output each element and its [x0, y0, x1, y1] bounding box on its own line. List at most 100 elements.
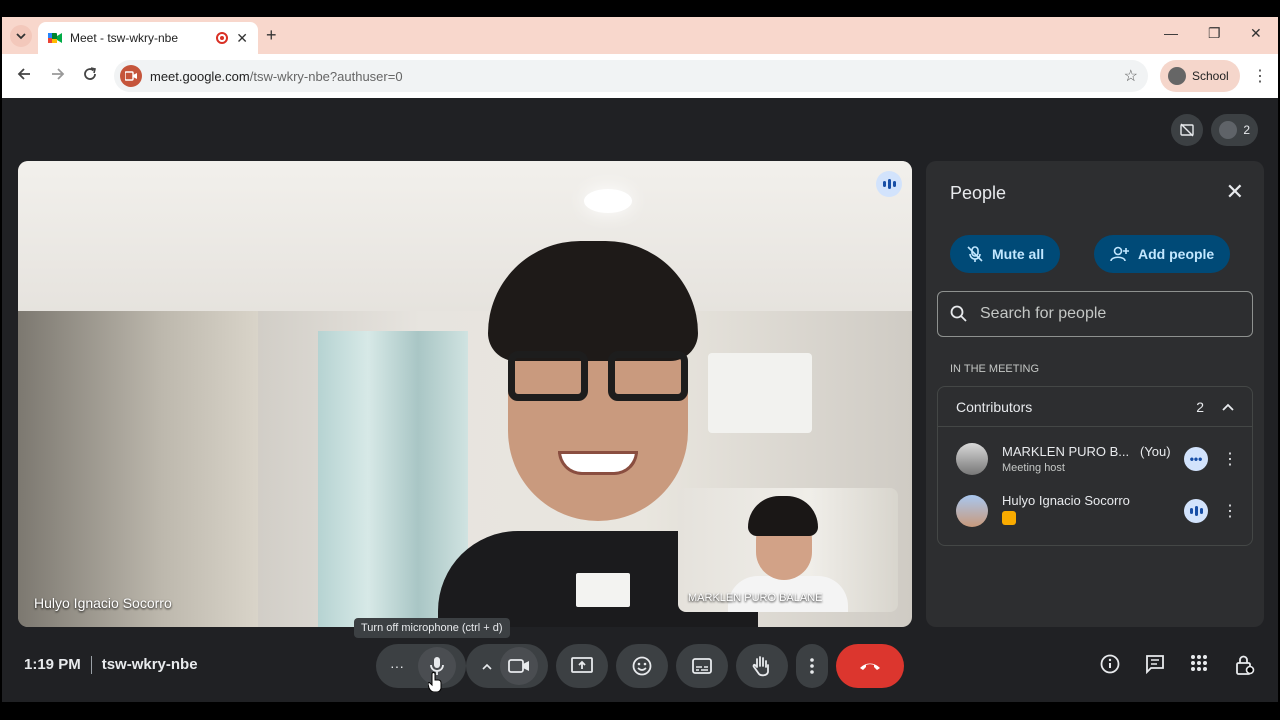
- people-search[interactable]: [937, 291, 1253, 337]
- hand-icon: [752, 656, 769, 677]
- close-icon[interactable]: ✕: [1226, 179, 1244, 205]
- divider: [90, 656, 92, 674]
- self-person-hair: [748, 496, 818, 536]
- meeting-details: 1:19 PM tsw-wkry-nbe: [24, 656, 198, 674]
- more-options-button[interactable]: [796, 644, 828, 688]
- in-meeting-label: IN THE MEETING: [950, 363, 1040, 375]
- microphone-tooltip: Turn off microphone (ctrl + d): [354, 618, 510, 638]
- profile-button[interactable]: School: [1160, 60, 1240, 92]
- minimize-button[interactable]: —: [1164, 25, 1178, 41]
- meeting-code: tsw-wkry-nbe: [101, 656, 198, 673]
- participant-name: MARKLEN PURO B...: [1002, 444, 1130, 459]
- participant-row[interactable]: Hulyo Ignacio Socorro ⋮: [938, 487, 1252, 535]
- browser-toolbar: meet.google.com/tsw-wkry-nbe?authuser=0 …: [2, 54, 1278, 98]
- people-panel: People ✕ Mute all Add people IN THE MEET…: [926, 161, 1264, 627]
- participant-name: Hulyo Ignacio Socorro: [1002, 492, 1130, 508]
- participant-options-icon[interactable]: ⋮: [1208, 449, 1252, 469]
- speaking-indicator-icon: [876, 171, 902, 197]
- more-status-icon: •••: [1184, 447, 1208, 471]
- forward-icon[interactable]: [50, 66, 66, 82]
- add-people-label: Add people: [1138, 246, 1215, 262]
- bookmark-star-icon[interactable]: ☆: [1124, 66, 1138, 86]
- present-screen-icon: [571, 657, 593, 673]
- hang-up-icon: [860, 663, 880, 670]
- browser-menu-icon[interactable]: ⋮: [1252, 66, 1268, 86]
- presenting-icon: [1002, 510, 1016, 525]
- more-vert-icon: [810, 658, 814, 674]
- video-background-wall: [18, 311, 258, 627]
- person-collar: [576, 573, 630, 607]
- participant-info: MARKLEN PURO B... (You) Meeting host: [1002, 444, 1184, 474]
- avatar: [956, 443, 988, 475]
- add-person-icon: [1110, 246, 1129, 262]
- reactions-button[interactable]: [616, 644, 668, 688]
- tab-close-button[interactable]: ✕: [236, 30, 248, 47]
- you-tag: (You): [1139, 444, 1171, 459]
- window-close-button[interactable]: ✕: [1250, 25, 1262, 42]
- chevron-up-icon[interactable]: [1222, 403, 1234, 411]
- participants-chip[interactable]: 2: [1211, 114, 1258, 146]
- people-icon: [1219, 121, 1238, 139]
- screen: Meet - tsw-wkry-nbe ✕ + — ❐ ✕ meet.googl…: [0, 0, 1280, 720]
- address-bar[interactable]: meet.google.com/tsw-wkry-nbe?authuser=0 …: [114, 60, 1148, 92]
- contributors-count: 2: [1196, 398, 1204, 415]
- person-glasses: [508, 351, 698, 403]
- profile-label: School: [1192, 69, 1229, 83]
- reload-icon[interactable]: [82, 66, 98, 82]
- speaking-indicator-icon: [1184, 499, 1208, 523]
- new-tab-button[interactable]: +: [266, 25, 277, 46]
- people-panel-title: People: [950, 183, 1007, 203]
- url-path: /tsw-wkry-nbe?authuser=0: [249, 68, 403, 84]
- restore-button[interactable]: ❐: [1208, 25, 1221, 42]
- mic-off-icon: [967, 246, 983, 262]
- activities-icon[interactable]: [1190, 654, 1208, 672]
- meeting-time: 1:19 PM: [24, 656, 81, 673]
- meeting-info-icon[interactable]: [1100, 654, 1120, 674]
- self-view-tile[interactable]: MARKLEN PURO BALANE: [678, 488, 898, 612]
- browser-tab-active[interactable]: Meet - tsw-wkry-nbe ✕: [38, 22, 258, 54]
- self-tile-name: MARKLEN PURO BALANE: [688, 592, 823, 604]
- chevron-down-icon: [16, 33, 26, 40]
- audio-settings-button[interactable]: ···: [390, 658, 404, 674]
- person-smile: [558, 451, 638, 475]
- contributors-label: Contributors: [956, 398, 1033, 415]
- people-search-input[interactable]: [980, 305, 1220, 323]
- back-icon[interactable]: [16, 66, 32, 82]
- participant-row[interactable]: MARKLEN PURO B... (You) Meeting host •••…: [938, 435, 1252, 483]
- captions-button[interactable]: [676, 644, 728, 688]
- mute-all-label: Mute all: [992, 246, 1045, 262]
- top-right-controls: 2: [1171, 114, 1258, 146]
- meet-favicon-icon: [48, 31, 62, 45]
- chevron-up-icon[interactable]: [482, 663, 492, 670]
- tab-title: Meet - tsw-wkry-nbe: [70, 31, 179, 45]
- leave-call-button[interactable]: [836, 644, 904, 688]
- raise-hand-button[interactable]: [736, 644, 788, 688]
- camera-site-icon[interactable]: [120, 65, 142, 87]
- camera-button[interactable]: [500, 647, 538, 685]
- present-button[interactable]: [556, 644, 608, 688]
- tab-search-button[interactable]: [10, 25, 32, 47]
- recording-icon: [216, 32, 229, 44]
- participant-options-icon[interactable]: ⋮: [1208, 501, 1252, 521]
- participant-role: Meeting host: [1002, 462, 1065, 474]
- video-background-light: [584, 189, 632, 213]
- contributors-header[interactable]: Contributors 2: [938, 387, 1252, 427]
- url-text: meet.google.com/tsw-wkry-nbe?authuser=0: [150, 69, 403, 84]
- add-people-button[interactable]: Add people: [1094, 235, 1231, 273]
- mic-control-group: ···: [376, 644, 466, 688]
- browser-tab-bar: Meet - tsw-wkry-nbe ✕ + — ❐ ✕: [2, 17, 1278, 54]
- participant-count: 2: [1243, 123, 1250, 137]
- chat-icon[interactable]: [1145, 654, 1165, 674]
- person-hair: [488, 241, 698, 361]
- mute-all-button[interactable]: Mute all: [950, 235, 1061, 273]
- mouse-cursor-icon: [428, 672, 442, 692]
- url-host: meet.google.com: [150, 68, 250, 84]
- camera-icon: [508, 659, 529, 673]
- host-controls-icon[interactable]: [1235, 654, 1255, 676]
- meet-window: 2 Hulyo Ignacio Socorro MARKLEN PURO BAL…: [2, 98, 1278, 702]
- no-captions-icon[interactable]: [1171, 114, 1204, 146]
- emoji-icon: [632, 656, 652, 676]
- contributors-group: Contributors 2 MARKLEN PURO B... (You) M…: [937, 386, 1253, 546]
- participant-name-line: MARKLEN PURO B... (You): [1002, 444, 1184, 459]
- captions-icon: [692, 658, 712, 674]
